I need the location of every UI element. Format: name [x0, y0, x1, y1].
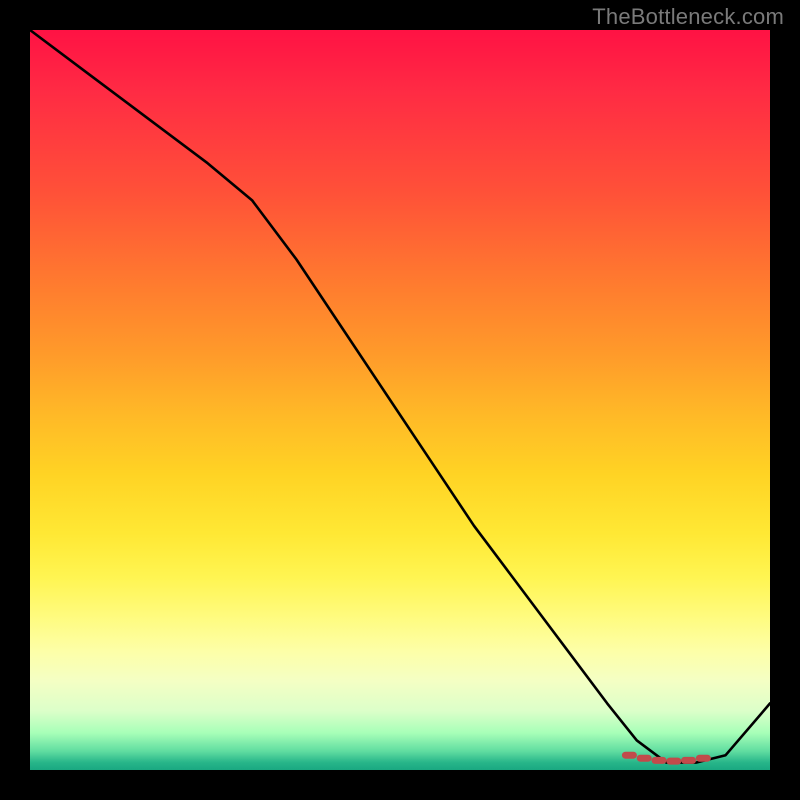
- chart-marker: [652, 757, 666, 763]
- chart-overlay: [30, 30, 770, 770]
- chart-marker: [637, 755, 651, 761]
- chart-curve: [30, 30, 770, 763]
- page-root: { "watermark": "TheBottleneck.com", "cha…: [0, 0, 800, 800]
- chart-marker: [696, 755, 710, 761]
- chart-marker: [667, 758, 681, 764]
- chart-area: [30, 30, 770, 770]
- chart-marker: [622, 752, 636, 758]
- chart-marker: [682, 757, 696, 763]
- watermark: TheBottleneck.com: [592, 4, 784, 30]
